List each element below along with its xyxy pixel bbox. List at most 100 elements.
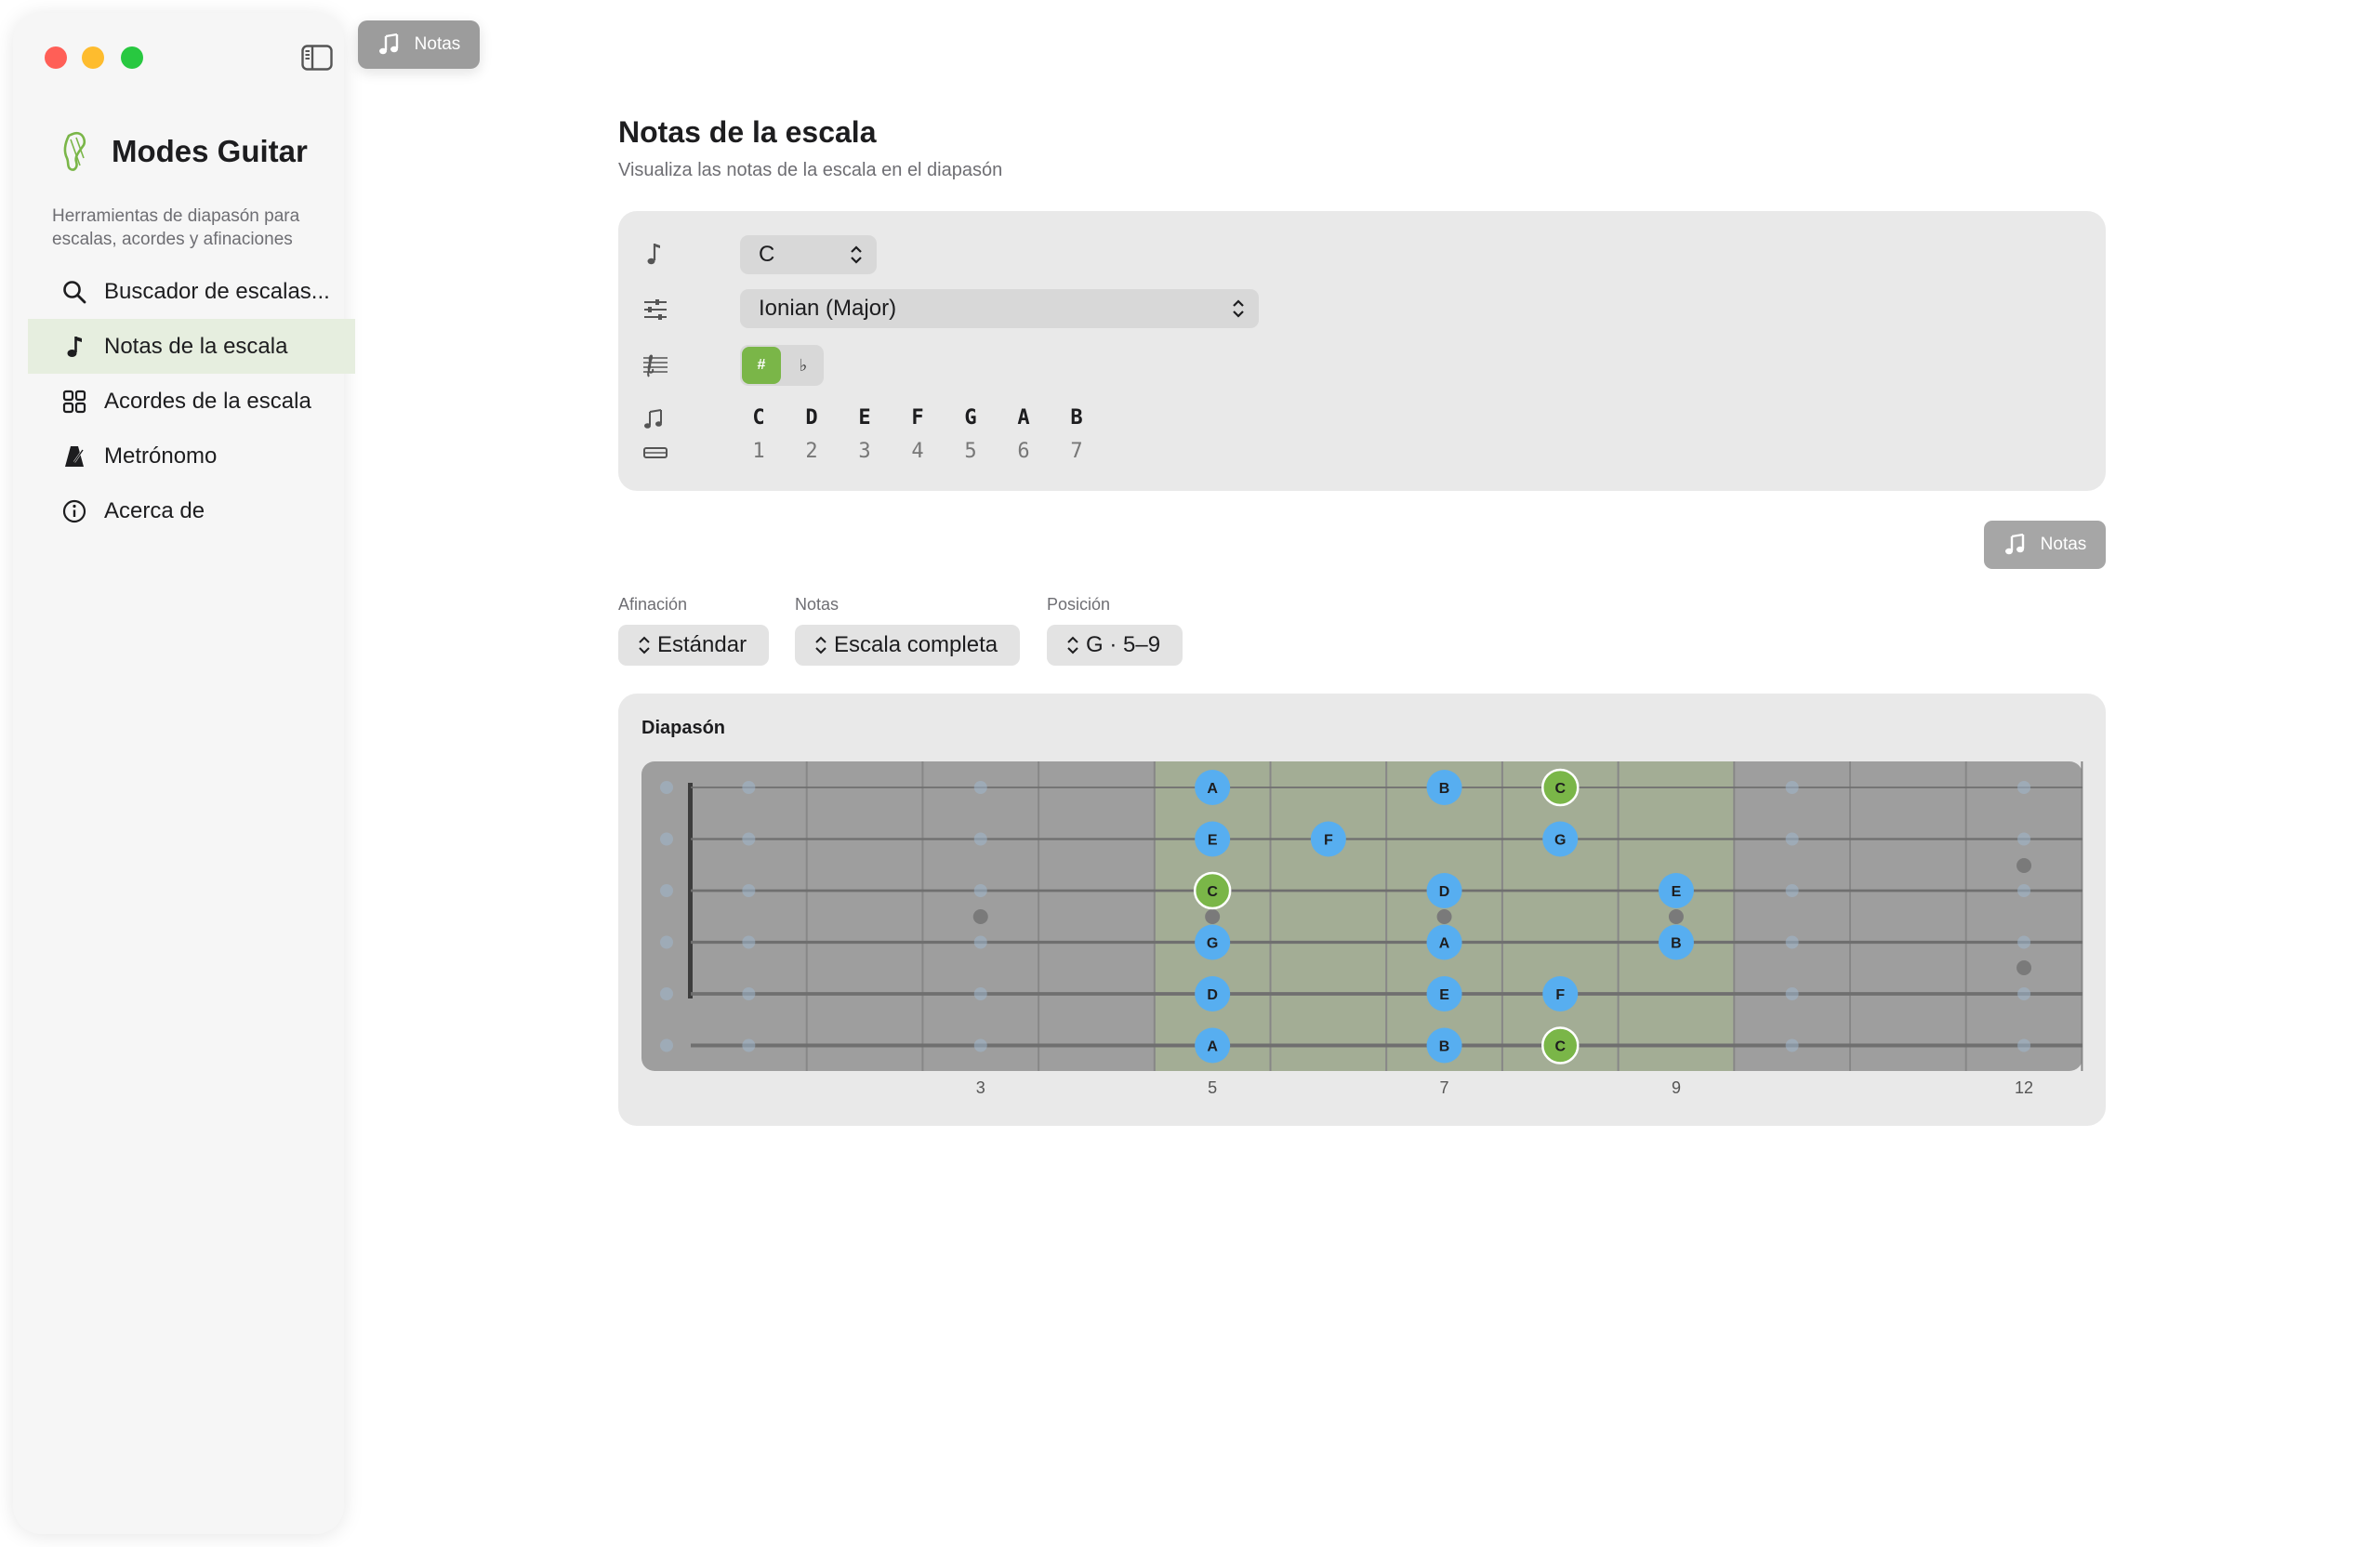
tuning-select[interactable]: Estándar — [618, 625, 769, 666]
muted-note-marker — [660, 832, 673, 846]
fret-inlay-dot — [2016, 960, 2032, 975]
close-window-button[interactable] — [45, 46, 67, 69]
flat-option[interactable]: ♭ — [785, 347, 822, 384]
note-label: D — [1207, 987, 1218, 1003]
music-notes-icon — [2004, 533, 2024, 555]
muted-note-marker — [1785, 832, 1799, 846]
notes-filter-select[interactable]: Escala completa — [795, 625, 1020, 666]
music-notes-icon — [378, 33, 398, 55]
scale-degree: 6 — [1017, 440, 1030, 463]
muted-note-marker — [973, 1038, 987, 1052]
sidebar-item-scale-chords[interactable]: Acordes de la escala — [28, 374, 355, 429]
mode-value: Ionian (Major) — [759, 296, 897, 321]
note-label: B — [1439, 1039, 1450, 1055]
muted-note-marker — [973, 832, 987, 846]
muted-note-marker — [973, 884, 987, 897]
muted-note-marker — [2017, 781, 2031, 794]
app-tagline: Herramientas de diapasón para escalas, a… — [52, 206, 300, 249]
fret-inlay-dot — [972, 909, 988, 924]
root-note-select[interactable]: C — [740, 235, 877, 274]
notes-filter-label: Notas — [795, 595, 840, 614]
muted-note-marker — [660, 935, 673, 949]
fret-inlay-dot — [1205, 909, 1221, 924]
music-note-icon — [647, 244, 660, 265]
note-label: B — [1671, 936, 1682, 952]
page-title: Notas de la escala — [618, 115, 877, 149]
note-label: E — [1672, 884, 1682, 900]
muted-note-marker — [742, 832, 756, 846]
sidebar-item-scale-notes[interactable]: Notas de la escala — [28, 319, 355, 374]
chevron-updown-icon — [639, 636, 650, 654]
note-label: E — [1208, 833, 1218, 849]
sidebar-item-about[interactable]: Acerca de — [28, 483, 355, 538]
fretboard[interactable]: A B C E F G C D E G A B D E F A B C 3 5 7 9 12 — [618, 694, 2106, 1126]
position-select[interactable]: G · 5–9 — [1047, 625, 1183, 666]
muted-note-marker — [660, 1038, 673, 1052]
chevron-updown-icon — [1067, 636, 1078, 654]
music-notes-icon — [644, 409, 662, 429]
sidebar-nav: Buscador de escalas... Notas de la escal… — [28, 264, 355, 538]
scale-degree: 1 — [752, 440, 765, 463]
note-label: C — [1554, 781, 1566, 797]
muted-note-marker — [1785, 987, 1799, 1000]
note-label: A — [1439, 936, 1450, 952]
muted-note-marker — [2017, 987, 2031, 1000]
scale-note: D — [805, 406, 818, 430]
guitar-logo-icon — [63, 131, 86, 171]
fret-inlay-dot — [1436, 909, 1452, 924]
mode-select[interactable]: Ionian (Major) — [740, 289, 1259, 328]
metronome-icon — [65, 445, 84, 467]
sidebar-item-label: Acerca de — [104, 497, 205, 523]
muted-note-marker — [660, 781, 673, 794]
notes-filter-value: Escala completa — [834, 632, 998, 657]
minimize-window-button[interactable] — [82, 46, 104, 69]
scale-note: G — [964, 406, 977, 430]
sharp-option[interactable]: # — [742, 347, 781, 384]
muted-note-marker — [2017, 935, 2031, 949]
notes-button[interactable]: Notas — [1984, 521, 2106, 569]
sidebar-item-label: Buscador de escalas... — [104, 278, 330, 304]
toolbar-notes-button[interactable]: Notas — [358, 20, 480, 69]
muted-note-marker — [973, 781, 987, 794]
app-brand: Modes Guitar — [56, 130, 308, 173]
fret-inlay-dot — [2016, 858, 2032, 873]
scale-note: E — [858, 406, 871, 430]
fretboard-card: Diapasón A B C E F G C D E G A B D E F A B C 3 5 7 9 12 — [618, 694, 2106, 1126]
app-window: Modes Guitar Herramientas de diapasón pa… — [0, 0, 2380, 1547]
muted-note-marker — [742, 935, 756, 949]
muted-note-marker — [742, 987, 756, 1000]
muted-note-marker — [742, 781, 756, 794]
scale-degree: 3 — [858, 440, 871, 463]
scale-note: F — [911, 406, 924, 430]
fret-number: 12 — [2015, 1078, 2033, 1097]
muted-note-marker — [1785, 1038, 1799, 1052]
muted-note-marker — [2017, 884, 2031, 897]
fret-number: 3 — [976, 1078, 985, 1097]
note-label: E — [1439, 987, 1449, 1003]
zoom-window-button[interactable] — [121, 46, 143, 69]
page-subtitle: Visualiza las notas de la escala en el d… — [618, 160, 1003, 180]
sidebar-item-scale-finder[interactable]: Buscador de escalas... — [28, 264, 355, 319]
scale-degree: 5 — [964, 440, 977, 463]
sliders-icon — [644, 299, 667, 320]
fret-number: 5 — [1208, 1078, 1217, 1097]
note-label: F — [1555, 987, 1565, 1003]
note-label: G — [1207, 936, 1218, 952]
sidebar-toggle-icon[interactable] — [301, 45, 333, 71]
sidebar-item-label: Notas de la escala — [104, 333, 288, 359]
position-label: Posición — [1047, 595, 1111, 614]
scale-degree: 4 — [911, 440, 924, 463]
chevron-updown-icon — [1233, 299, 1244, 318]
sidebar: Modes Guitar Herramientas de diapasón pa… — [13, 13, 355, 1534]
note-label: G — [1554, 833, 1566, 849]
sidebar-item-metronome[interactable]: Metrónomo — [28, 429, 355, 483]
scale-note: B — [1070, 406, 1083, 430]
root-note-value: C — [759, 242, 775, 267]
muted-note-marker — [2017, 832, 2031, 846]
scale-note: A — [1017, 406, 1030, 430]
fret-number: 7 — [1440, 1078, 1449, 1097]
scale-degree: 2 — [805, 440, 818, 463]
muted-note-marker — [1785, 781, 1799, 794]
note-label: C — [1554, 1039, 1566, 1055]
info-icon — [62, 499, 86, 522]
